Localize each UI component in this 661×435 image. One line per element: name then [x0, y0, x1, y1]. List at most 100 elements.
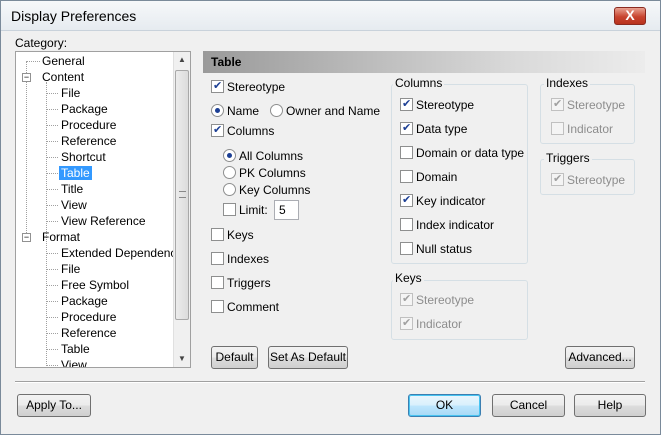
keys-label: Keys — [227, 228, 254, 242]
tree-item-content[interactable]: Content — [42, 69, 84, 85]
set-as-default-button[interactable]: Set As Default — [268, 346, 348, 369]
col-domain-or-data-type-checkbox[interactable] — [400, 146, 413, 159]
keys-group-title: Keys — [393, 271, 424, 285]
arrow-up-icon[interactable]: ▲ — [174, 52, 190, 68]
columns-checkbox[interactable] — [211, 123, 224, 137]
tree-connector — [46, 109, 58, 110]
apply-to-button[interactable]: Apply To... — [17, 394, 91, 417]
tree-item-procedure[interactable]: Procedure — [61, 309, 116, 325]
tree-connector — [46, 333, 58, 334]
grip-icon — [179, 191, 186, 198]
tree-connector — [46, 285, 58, 286]
tree-connector — [46, 173, 58, 174]
col-domain-checkbox[interactable] — [400, 170, 413, 183]
pk-columns-radio[interactable] — [223, 166, 236, 179]
tree-item-format[interactable]: Format — [42, 229, 80, 245]
tree-connector — [46, 365, 58, 366]
title-bar: Display Preferences X — [1, 1, 660, 31]
col-index-indicator-label: Index indicator — [416, 218, 495, 232]
tree-connector — [46, 189, 58, 190]
category-label: Category: — [15, 36, 68, 50]
tree-item-view[interactable]: View — [61, 197, 87, 213]
tree-item-general[interactable]: General — [42, 53, 85, 69]
tree-connector — [26, 61, 27, 237]
tree-connector — [46, 93, 58, 94]
scrollbar-thumb[interactable] — [175, 70, 189, 320]
tree-connector — [26, 61, 40, 62]
tree-item-title[interactable]: Title — [61, 181, 83, 197]
idx-stereotype-label: Stereotype — [567, 98, 626, 112]
tree-item-procedure[interactable]: Procedure — [61, 117, 116, 133]
tree-item-package[interactable]: Package — [61, 293, 108, 309]
tree-item-file[interactable]: File — [61, 85, 80, 101]
tree-connector — [46, 301, 58, 302]
tree-item-view[interactable]: View — [61, 357, 87, 367]
indexes-checkbox[interactable] — [211, 252, 224, 265]
tree-item-reference[interactable]: Reference — [61, 133, 116, 149]
tree-item-table[interactable]: Table — [59, 165, 92, 181]
keys-checkbox[interactable] — [211, 228, 224, 241]
tree-item-reference[interactable]: Reference — [61, 325, 116, 341]
all-columns-radio[interactable] — [223, 149, 236, 162]
cancel-button[interactable]: Cancel — [492, 394, 565, 417]
col-index-indicator-checkbox[interactable] — [400, 218, 413, 231]
tree-scrollbar[interactable]: ▲ ▼ — [173, 52, 190, 367]
name-radio[interactable] — [211, 104, 224, 117]
stereotype-checkbox[interactable] — [211, 79, 224, 93]
trg-stereotype-checkbox[interactable] — [551, 172, 564, 186]
tree-item-file[interactable]: File — [61, 261, 80, 277]
key-columns-radio[interactable] — [223, 183, 236, 196]
category-tree[interactable]: General − Content File Package Procedure… — [15, 51, 191, 368]
triggers-checkbox[interactable] — [211, 276, 224, 289]
columns-label: Columns — [227, 124, 275, 138]
idx-stereotype-checkbox[interactable] — [551, 97, 564, 111]
idx-indicator-checkbox[interactable] — [551, 122, 564, 135]
keys-stereotype-label: Stereotype — [416, 293, 475, 307]
col-null-status-checkbox[interactable] — [400, 242, 413, 255]
col-domain-or-data-type-label: Domain or data type — [416, 146, 525, 160]
col-key-indicator-checkbox[interactable] — [400, 193, 413, 207]
name-radio-label: Name — [227, 104, 260, 118]
display-preferences-dialog: Display Preferences X Category: General … — [0, 0, 661, 435]
tree-connector — [46, 157, 58, 158]
tree-item-free-symbol[interactable]: Free Symbol — [61, 277, 129, 293]
triggers-group-title: Triggers — [544, 151, 592, 165]
collapse-icon[interactable]: − — [22, 73, 31, 82]
col-data-type-label: Data type — [416, 122, 468, 136]
close-button[interactable]: X — [614, 7, 646, 25]
tree-connector — [46, 253, 58, 254]
col-data-type-checkbox[interactable] — [400, 121, 413, 135]
advanced-button[interactable]: Advanced... — [565, 346, 635, 369]
tree-item-extended-dependency[interactable]: Extended Dependency — [61, 245, 182, 261]
ok-button[interactable]: OK — [408, 394, 481, 417]
tree-item-view-reference[interactable]: View Reference — [61, 213, 146, 229]
help-button[interactable]: Help — [574, 394, 646, 417]
owner-and-name-radio[interactable] — [270, 104, 283, 117]
triggers-label: Triggers — [227, 276, 271, 290]
tree-item-package[interactable]: Package — [61, 101, 108, 117]
tree-item-shortcut[interactable]: Shortcut — [61, 149, 106, 165]
trg-stereotype-label: Stereotype — [567, 173, 626, 187]
limit-input[interactable]: 5 — [274, 200, 299, 220]
pk-columns-label: PK Columns — [239, 166, 306, 180]
panel-header: Table — [203, 51, 645, 73]
keys-stereotype-checkbox[interactable] — [400, 292, 413, 306]
tree-item-table[interactable]: Table — [61, 341, 90, 357]
col-domain-label: Domain — [416, 170, 458, 184]
all-columns-label: All Columns — [239, 149, 304, 163]
indexes-group-title: Indexes — [544, 76, 591, 90]
window-title: Display Preferences — [11, 8, 137, 24]
collapse-icon[interactable]: − — [22, 233, 31, 242]
col-stereotype-label: Stereotype — [416, 98, 475, 112]
key-columns-label: Key Columns — [239, 183, 311, 197]
stereotype-label: Stereotype — [227, 80, 286, 94]
keys-indicator-checkbox[interactable] — [400, 316, 413, 330]
limit-checkbox[interactable] — [223, 203, 236, 216]
keys-indicator-label: Indicator — [416, 317, 463, 331]
arrow-down-icon[interactable]: ▼ — [174, 351, 190, 367]
columns-group-title: Columns — [393, 76, 445, 90]
col-stereotype-checkbox[interactable] — [400, 97, 413, 111]
limit-label: Limit: — [239, 203, 268, 217]
comment-checkbox[interactable] — [211, 300, 224, 313]
default-button[interactable]: Default — [211, 346, 258, 369]
